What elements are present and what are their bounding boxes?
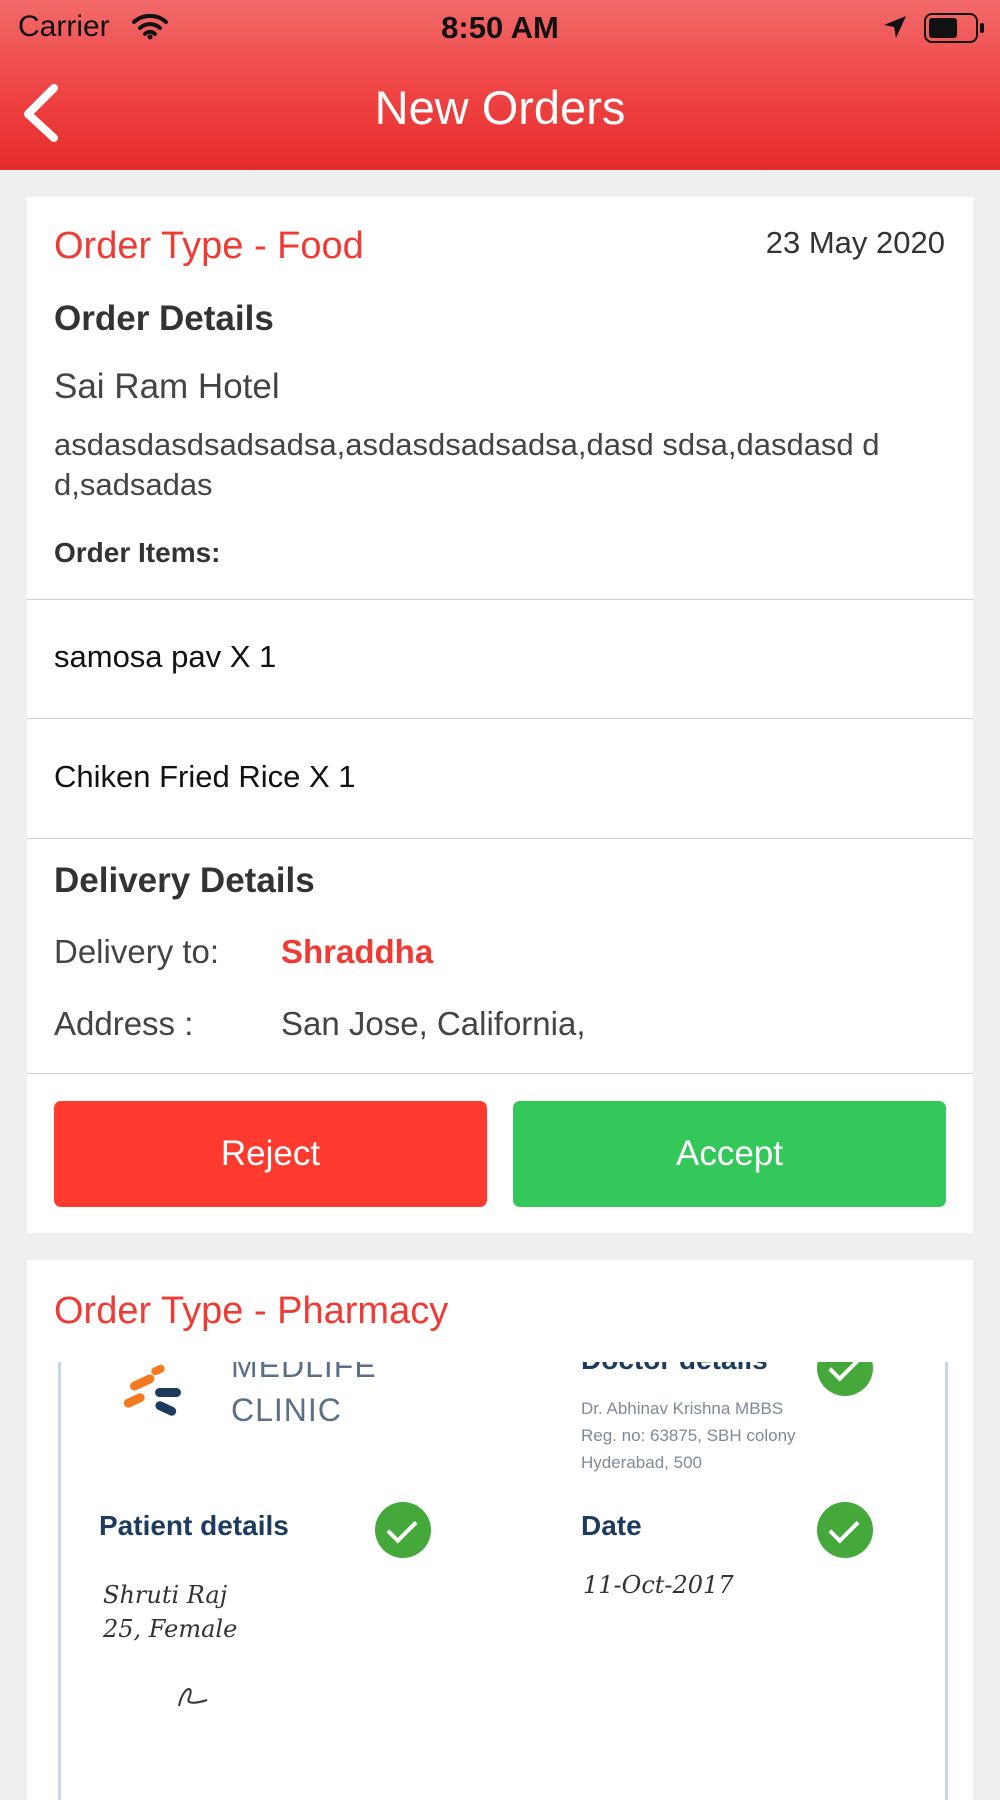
date-heading: Date: [581, 1510, 642, 1541]
accept-button[interactable]: Accept: [513, 1101, 946, 1207]
location-arrow-icon: [882, 14, 908, 45]
restaurant-address: asdasdasdsadsadsa,asdasdsadsadsa,dasd sd…: [54, 427, 880, 502]
order-card-pharmacy: Order Type - Pharmacy MEDLIFE CLINIC Doc…: [27, 1260, 973, 1800]
date-handwriting: 11-Oct-2017: [583, 1571, 734, 1599]
order-type-label: Order Type - Food: [54, 225, 364, 267]
reject-button[interactable]: Reject: [54, 1101, 487, 1207]
address-label: Address :: [54, 1005, 194, 1042]
divider: [27, 1073, 973, 1074]
order-item: Chiken Fried Rice X 1: [54, 759, 356, 794]
check-icon: [817, 1502, 873, 1558]
patient-handwriting: Shruti Raj 25, Female: [103, 1581, 238, 1643]
order-items-label: Order Items:: [54, 537, 221, 568]
patient-details-heading: Patient details: [99, 1510, 289, 1541]
order-card-food: Order Type - Food 23 May 2020 Order Deta…: [27, 197, 973, 1233]
check-icon: [375, 1502, 431, 1558]
doctor-info: Dr. Abhinav Krishna MBBS Reg. no: 63875,…: [581, 1399, 796, 1472]
divider: [27, 838, 973, 839]
divider: [27, 599, 973, 600]
delivery-details-heading: Delivery Details: [54, 861, 315, 900]
order-type-label: Order Type - Pharmacy: [54, 1290, 449, 1332]
clinic-logo-icon: [119, 1362, 189, 1435]
battery-icon: [924, 13, 986, 48]
delivery-address: San Jose, California,: [281, 1005, 586, 1042]
order-details-heading: Order Details: [54, 299, 274, 338]
divider: [27, 718, 973, 719]
status-time: 8:50 AM: [441, 10, 559, 45]
clinic-name: MEDLIFE CLINIC: [231, 1362, 377, 1428]
delivery-to-name: Shraddha: [281, 933, 434, 970]
signature-mark: [178, 1688, 208, 1707]
delivery-to-label: Delivery to:: [54, 933, 220, 970]
order-item: samosa pav X 1: [54, 639, 277, 674]
order-date: 23 May 2020: [765, 225, 945, 260]
status-bar: Carrier 8:50 AM: [0, 0, 1000, 56]
doctor-details-heading: Doctor details: [581, 1362, 768, 1376]
page-title: New Orders: [374, 81, 626, 134]
prescription-image[interactable]: MEDLIFE CLINIC Doctor details Dr. Abhina…: [58, 1362, 948, 1800]
check-icon: [817, 1362, 873, 1396]
app-header: Carrier 8:50 AM New Orders: [0, 0, 1000, 170]
restaurant-name: Sai Ram Hotel: [54, 367, 280, 406]
